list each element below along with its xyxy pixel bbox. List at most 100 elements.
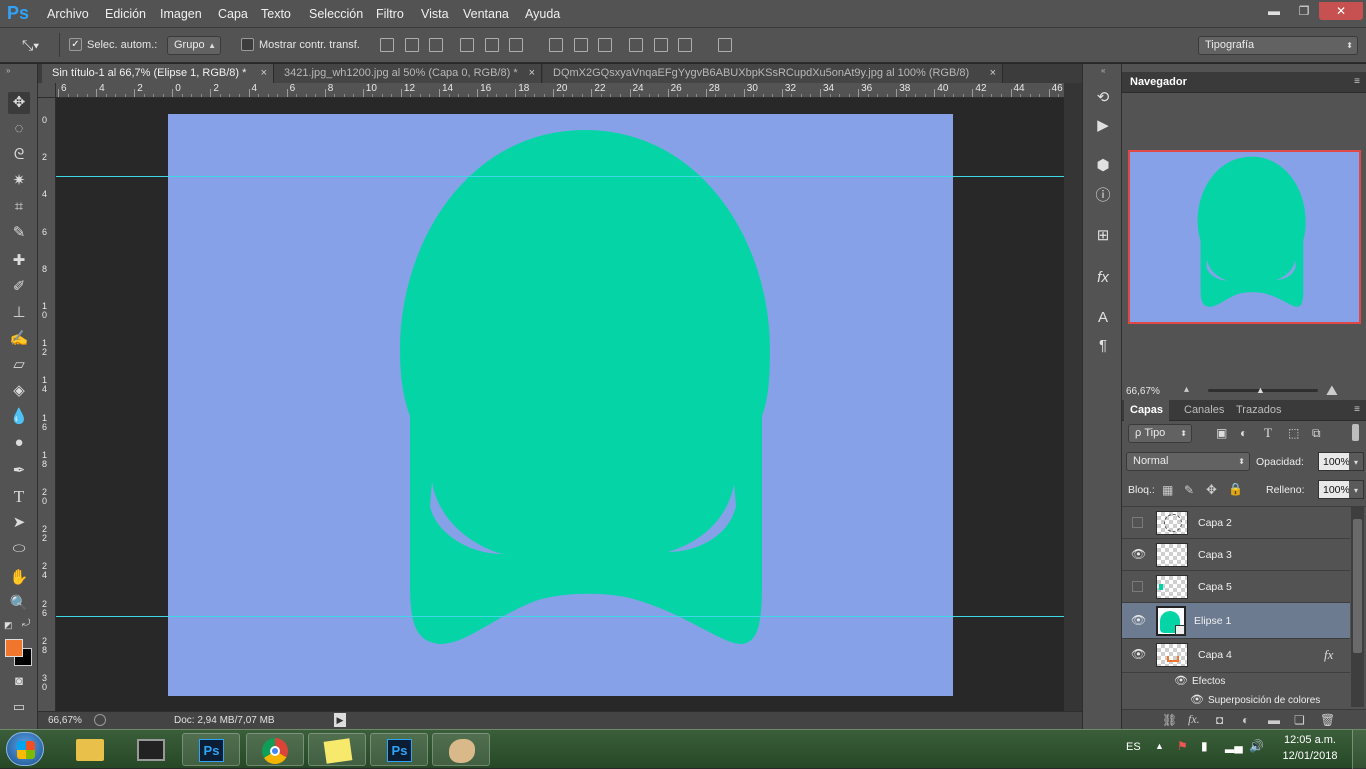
history-brush-tool-icon[interactable]: ✍ xyxy=(8,328,30,350)
layer-fx-icon[interactable]: fx xyxy=(1324,647,1333,663)
zoom-in-icon[interactable]: ⛰ xyxy=(1326,382,1338,399)
close-button[interactable]: ✕ xyxy=(1319,2,1363,20)
status-share-icon[interactable] xyxy=(94,714,106,726)
workspace-dropdown[interactable]: Tipografía ⬍ xyxy=(1198,36,1358,55)
align-right-icon[interactable] xyxy=(509,38,523,52)
tab-sin-titulo[interactable]: Sin título-1 al 66,7% (Elipse 1, RGB/8) … xyxy=(42,64,274,83)
navigator-zoom-slider[interactable]: ▲ xyxy=(1208,385,1318,395)
trash-icon[interactable]: 🗑 xyxy=(1320,713,1335,727)
tab-dqmx-jpg[interactable]: DQmX2GQsxyaVnqaEFgYygvB6ABUXbpKSsRCupdXu… xyxy=(543,64,1003,83)
layer-row-capa-5[interactable]: Capa 5 xyxy=(1122,571,1350,603)
eye-icon[interactable]: 👁 xyxy=(1190,693,1204,706)
tab-capas[interactable]: Capas xyxy=(1124,400,1170,421)
visibility-toggle-off[interactable] xyxy=(1132,517,1143,528)
hand-tool-icon[interactable]: ✋ xyxy=(8,567,30,589)
collapse-icon[interactable]: » xyxy=(6,66,10,75)
tab-trazados[interactable]: Trazados xyxy=(1230,400,1287,421)
fill-input[interactable]: 100% ▾ xyxy=(1318,480,1364,499)
layer-row-capa-3[interactable]: 👁 Capa 3 xyxy=(1122,539,1350,571)
filter-type-icon[interactable]: T xyxy=(1264,425,1272,441)
move-tool-icon[interactable]: ✥ xyxy=(8,92,30,114)
auto-select-checkbox[interactable]: ✓ xyxy=(69,38,82,51)
eye-icon[interactable]: 👁 xyxy=(1131,614,1146,627)
menu-ayuda[interactable]: Ayuda xyxy=(525,7,560,21)
history-icon[interactable]: ⟲ xyxy=(1093,88,1113,108)
tab-close-icon[interactable]: × xyxy=(261,64,267,83)
actions-play-icon[interactable]: ▶ xyxy=(1093,116,1113,136)
paint-bucket-tool-icon[interactable]: ◈ xyxy=(8,380,30,402)
network-signal-icon[interactable]: ▂▄ xyxy=(1225,739,1243,753)
zoom-out-icon[interactable]: ▴ xyxy=(1184,384,1189,395)
paint-taskbar-button[interactable] xyxy=(432,733,490,766)
auto-align-icon[interactable] xyxy=(718,38,732,52)
healing-brush-tool-icon[interactable]: ✚ xyxy=(8,250,30,272)
menu-capa[interactable]: Capa xyxy=(218,7,248,21)
tab-navigator[interactable]: Navegador xyxy=(1124,72,1193,93)
filter-smart-object-icon[interactable]: ⧉ xyxy=(1312,426,1321,441)
lock-brush-icon[interactable]: ✎ xyxy=(1184,483,1194,497)
show-transform-checkbox[interactable] xyxy=(241,38,254,51)
canvas-workspace[interactable] xyxy=(56,98,1064,711)
zoom-tool-icon[interactable]: 🔍 xyxy=(8,593,30,615)
distribute-hcenter-icon[interactable] xyxy=(654,38,668,52)
magic-wand-tool-icon[interactable]: ✷ xyxy=(8,170,30,192)
distribute-left-icon[interactable] xyxy=(629,38,643,52)
minimize-button[interactable]: ▬ xyxy=(1259,2,1289,20)
ruler-origin[interactable] xyxy=(38,83,56,98)
fill-dropdown-icon[interactable]: ▾ xyxy=(1349,481,1363,498)
info-icon[interactable]: ⓘ xyxy=(1093,186,1113,206)
distribute-right-icon[interactable] xyxy=(678,38,692,52)
clock-time[interactable]: 12:05 a.m. xyxy=(1280,734,1340,746)
eyedropper-tool-icon[interactable]: ✎ xyxy=(8,222,30,244)
chrome-taskbar-button[interactable] xyxy=(246,733,304,766)
tray-expand-icon[interactable]: ▲ xyxy=(1155,741,1164,751)
horizontal-guide-bottom[interactable] xyxy=(56,616,1064,617)
distribute-top-icon[interactable] xyxy=(549,38,563,52)
panel-menu-icon[interactable]: ≡ xyxy=(1354,76,1360,87)
type-tool-icon[interactable]: T xyxy=(8,486,30,508)
move-tool-preset-icon[interactable]: ⤡▾ xyxy=(22,37,39,54)
eraser-tool-icon[interactable]: ▱ xyxy=(8,354,30,376)
horizontal-ruler[interactable]: 6 4 2 0 2 4 6 8 10 12 14 16 18 20 22 24 26 28 30 32 34 36 38 40… xyxy=(56,83,1064,98)
lock-all-icon[interactable]: 🔒 xyxy=(1228,482,1243,496)
photoshop-2-taskbar-button[interactable]: Ps xyxy=(370,733,428,766)
explorer-taskbar-button[interactable] xyxy=(60,733,118,766)
show-desktop-button[interactable] xyxy=(1352,730,1366,769)
tab-3421-jpg[interactable]: 3421.jpg_wh1200.jpg al 50% (Capa 0, RGB/… xyxy=(274,64,542,83)
dodge-tool-icon[interactable]: ● xyxy=(8,432,30,454)
menu-seleccion[interactable]: Selección xyxy=(309,7,363,21)
align-left-icon[interactable] xyxy=(460,38,474,52)
menu-vista[interactable]: Vista xyxy=(421,7,449,21)
menu-ventana[interactable]: Ventana xyxy=(463,7,509,21)
filter-toggle[interactable] xyxy=(1352,424,1359,441)
navigator-zoom-value[interactable]: 66,67% xyxy=(1126,386,1160,397)
auto-select-dropdown[interactable]: Grupo ▲ xyxy=(167,36,221,55)
filter-shape-icon[interactable]: ⬚ xyxy=(1288,426,1299,440)
filter-image-icon[interactable]: ▣ xyxy=(1216,426,1227,440)
layer-row-capa-4[interactable]: 👁 Capa 4 fx xyxy=(1122,639,1350,673)
align-top-icon[interactable] xyxy=(380,38,394,52)
align-vcenter-icon[interactable] xyxy=(405,38,419,52)
layer-row-capa-2[interactable]: Capa 2 xyxy=(1122,507,1350,539)
crop-tool-icon[interactable]: ⌗ xyxy=(8,196,30,218)
add-style-fx-icon[interactable]: fx. xyxy=(1188,712,1200,727)
effects-row[interactable]: 👁 Efectos xyxy=(1122,673,1350,691)
ellipse-1-shape[interactable] xyxy=(400,130,770,644)
tab-close-icon[interactable]: × xyxy=(990,64,996,83)
blur-tool-icon[interactable]: 💧 xyxy=(8,406,30,428)
tab-close-icon[interactable]: × xyxy=(529,64,535,83)
marquee-tool-icon[interactable]: ◌ xyxy=(8,118,30,140)
effect-item-row[interactable]: 👁 Superposición de colores xyxy=(1122,692,1350,710)
layer-filter-dropdown[interactable]: ρ Tipo ⬍ xyxy=(1128,424,1192,443)
tab-canales[interactable]: Canales xyxy=(1178,400,1230,421)
menu-texto[interactable]: Texto xyxy=(261,7,291,21)
styles-fx-icon[interactable]: fx xyxy=(1093,268,1113,288)
align-hcenter-icon[interactable] xyxy=(485,38,499,52)
vertical-scrollbar[interactable] xyxy=(1064,83,1082,711)
zoom-level[interactable]: 66,67% xyxy=(48,715,82,726)
visibility-toggle-off[interactable] xyxy=(1132,581,1143,592)
path-selection-tool-icon[interactable]: ➤ xyxy=(8,512,30,534)
new-layer-icon[interactable]: ❏ xyxy=(1294,713,1305,727)
layer-row-elipse-1[interactable]: 👁 Elipse 1 xyxy=(1122,603,1350,639)
swap-colors-icon[interactable]: ⤾ xyxy=(22,618,30,629)
